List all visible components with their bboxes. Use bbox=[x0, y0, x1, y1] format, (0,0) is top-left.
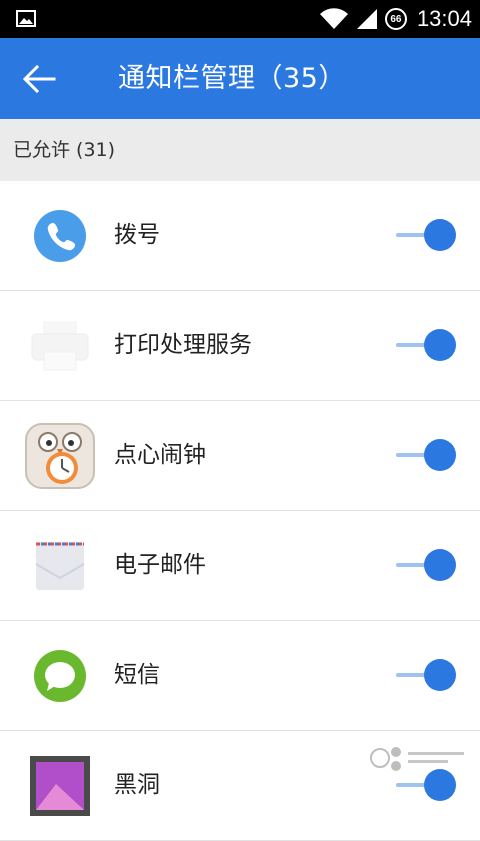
app-name: 打印处理服务 bbox=[114, 332, 252, 358]
arrow-left-icon bbox=[22, 64, 56, 94]
toggle-knob bbox=[424, 439, 456, 471]
printer-icon bbox=[24, 316, 96, 376]
list-item[interactable]: 短信 bbox=[0, 621, 480, 731]
app-bar: 通知栏管理（35） bbox=[0, 38, 480, 119]
list-item[interactable]: 打印处理服务 bbox=[0, 291, 480, 401]
message-bubble-icon bbox=[24, 646, 96, 706]
app-name: 短信 bbox=[114, 662, 160, 688]
toggle-knob bbox=[424, 329, 456, 361]
app-name: 电子邮件 bbox=[114, 552, 206, 578]
list-item[interactable]: 拨号 bbox=[0, 181, 480, 291]
watermark-logo bbox=[370, 747, 464, 771]
list-item[interactable]: 点心闹钟 bbox=[0, 401, 480, 511]
phone-icon bbox=[24, 206, 96, 266]
app-name: 黑洞 bbox=[114, 772, 160, 798]
battery-level: 66 bbox=[390, 13, 402, 25]
signal-icon bbox=[356, 9, 377, 29]
clock: 13:04 bbox=[416, 6, 472, 31]
image-icon bbox=[16, 10, 36, 27]
app-name: 点心闹钟 bbox=[114, 442, 206, 468]
app-name: 拨号 bbox=[114, 222, 160, 248]
notification-toggle[interactable] bbox=[396, 439, 458, 471]
notification-toggle[interactable] bbox=[396, 549, 458, 581]
back-button[interactable] bbox=[18, 58, 60, 100]
list-item[interactable]: 电子邮件 bbox=[0, 511, 480, 621]
notification-toggle[interactable] bbox=[396, 659, 458, 691]
picture-frame-icon bbox=[24, 756, 96, 816]
notification-toggle[interactable] bbox=[396, 329, 458, 361]
toggle-knob bbox=[424, 659, 456, 691]
battery-icon: 66 bbox=[384, 8, 407, 30]
toggle-knob bbox=[424, 219, 456, 251]
section-header-allowed: 已允许 (31) bbox=[0, 119, 480, 181]
status-bar: 66 13:04 bbox=[0, 0, 480, 38]
page-title: 通知栏管理（35） bbox=[118, 63, 346, 94]
section-label: 已允许 (31) bbox=[13, 139, 116, 161]
toggle-knob bbox=[424, 549, 456, 581]
notification-toggle[interactable] bbox=[396, 219, 458, 251]
owl-alarm-clock-icon bbox=[24, 423, 96, 489]
envelope-icon bbox=[24, 536, 96, 596]
wifi-icon bbox=[319, 8, 348, 29]
